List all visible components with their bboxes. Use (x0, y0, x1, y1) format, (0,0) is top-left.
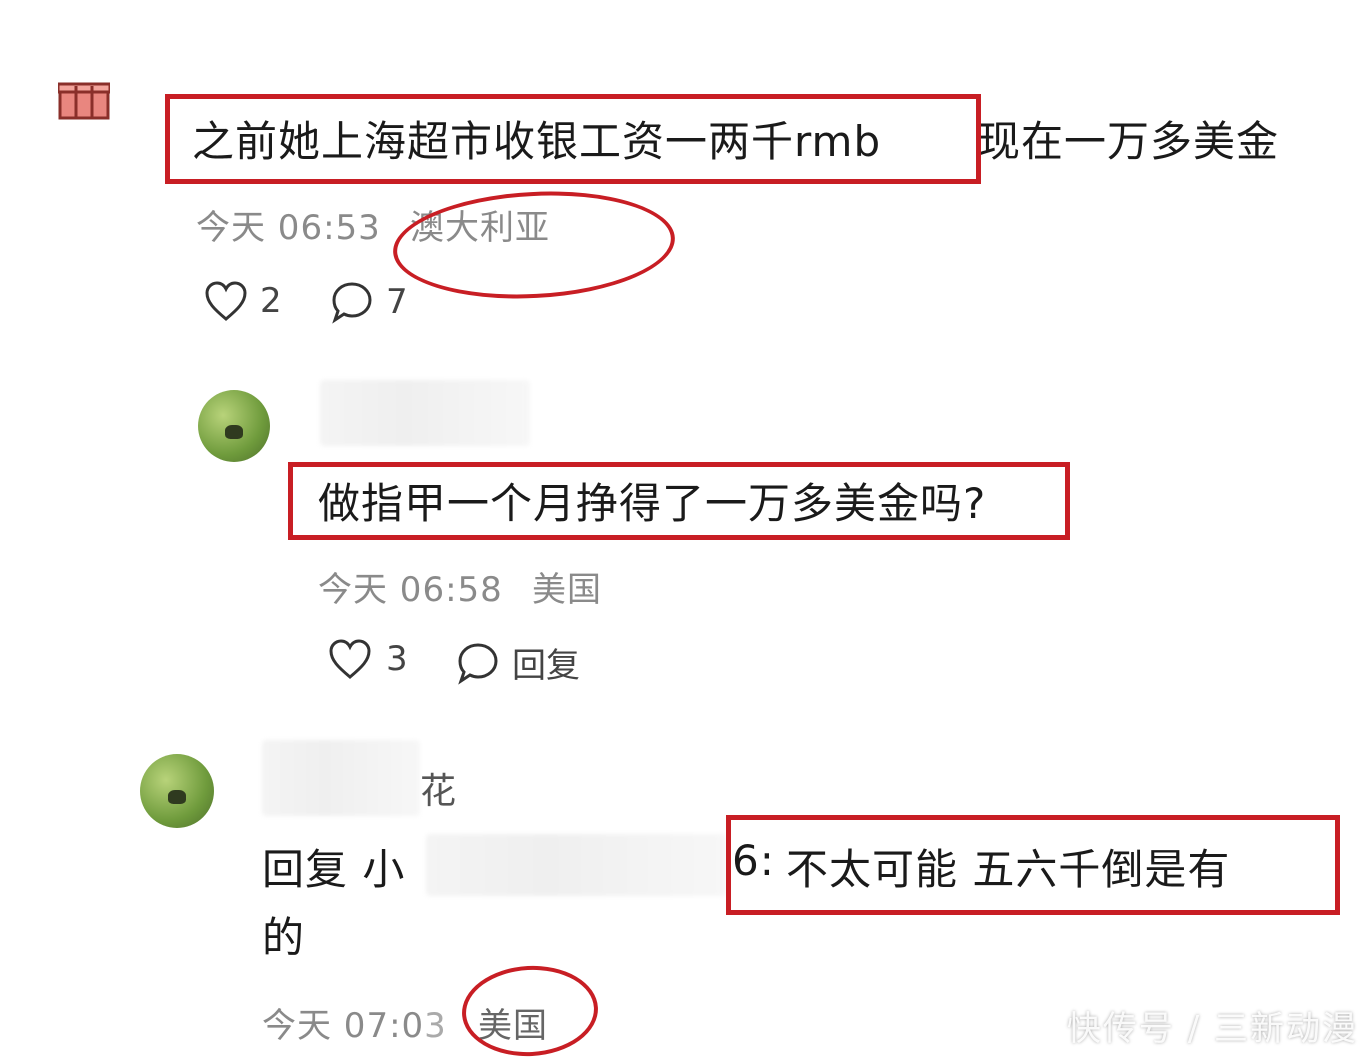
reply2-username-suffix: 花 (420, 771, 458, 812)
reply2-time-tail: 3 (424, 1006, 447, 1046)
comment-reply-button[interactable]: 7 (330, 280, 408, 324)
reply1-like-count: 3 (386, 639, 408, 679)
reply1-like-button[interactable]: 3 (328, 638, 408, 680)
reply2-prefix: 回复 小 (262, 845, 406, 894)
watermark: 快传号 / 三新动漫 (1066, 1009, 1358, 1049)
username-redacted (320, 380, 530, 446)
reply1-reply-button[interactable]: 回复 (456, 638, 580, 687)
highlight-box-reply1 (288, 462, 1070, 540)
heart-icon (329, 639, 371, 679)
reply-target-redacted (426, 834, 726, 896)
reply1-location: 美国 (532, 570, 602, 610)
highlight-ellipse-location (459, 962, 601, 1058)
highlight-box-reply2 (726, 815, 1340, 915)
reply2-time: 今天 07:03 (262, 998, 447, 1047)
heart-icon (205, 281, 247, 321)
comment-like-button[interactable]: 2 (204, 280, 282, 322)
comment-like-count: 2 (260, 281, 282, 321)
username-redacted (262, 740, 420, 816)
highlight-box-comment (165, 94, 981, 184)
reply1-reply-label: 回复 (512, 646, 580, 686)
comment-time: 今天 06:53 (196, 208, 381, 248)
gift-icon (58, 82, 110, 120)
comment-text-rest: 现在一万多美金 (978, 117, 1280, 166)
reply2-time-main: 今天 07:0 (262, 1006, 425, 1046)
reply2-text-wrap: 的 (262, 913, 306, 962)
avatar[interactable] (198, 390, 270, 462)
chat-bubble-icon (332, 282, 372, 324)
comment-thread: 之前她上海超市收银工资一两千rmb 现在一万多美金 今天 06:53 澳大利亚 … (0, 0, 1370, 1058)
chat-bubble-icon (458, 642, 498, 685)
avatar[interactable] (140, 754, 214, 828)
comment-reply-count: 7 (386, 282, 408, 322)
reply1-time: 今天 06:58 (318, 570, 503, 610)
